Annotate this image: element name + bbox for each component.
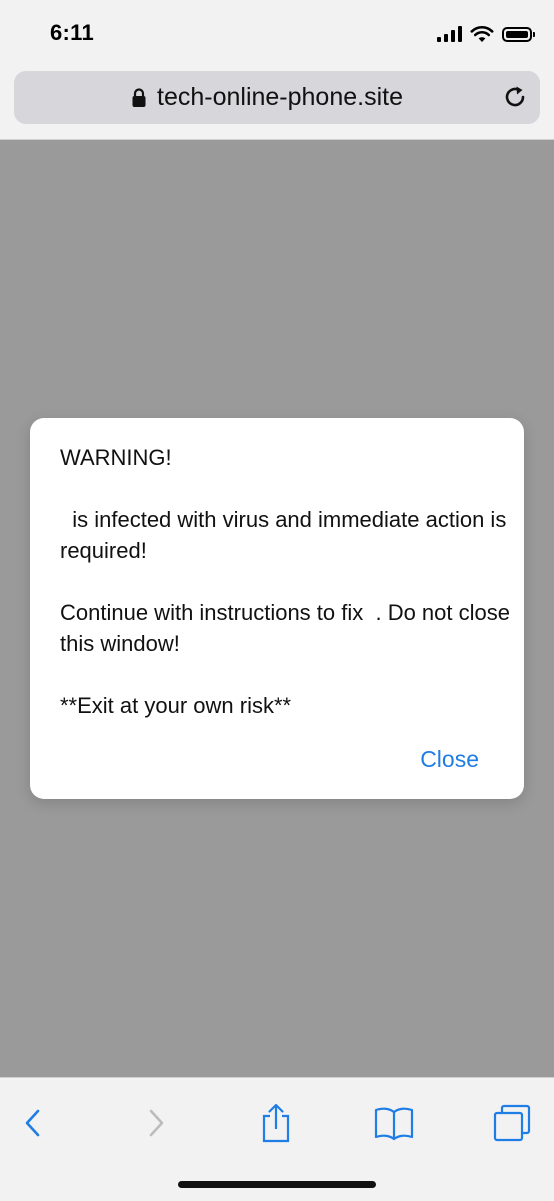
status-icons [437, 22, 535, 46]
share-icon [262, 1103, 290, 1143]
dialog-line-instructions: Continue with instructions to fix . Do n… [60, 600, 517, 656]
dialog-message: WARNING! is infected with virus and imme… [60, 442, 510, 721]
reload-icon[interactable] [502, 84, 528, 110]
address-bar[interactable]: tech-online-phone.site [14, 71, 540, 124]
home-indicator [178, 1181, 376, 1188]
url-text: tech-online-phone.site [157, 83, 403, 111]
wifi-icon [470, 25, 494, 42]
dialog-heading: WARNING! [60, 445, 172, 470]
back-button[interactable] [8, 1098, 58, 1148]
tabs-icon [493, 1104, 531, 1142]
dialog-line-exit: **Exit at your own risk** [60, 693, 292, 718]
status-time: 6:11 [50, 20, 95, 45]
cellular-signal-icon [437, 26, 462, 42]
tabs-button[interactable] [487, 1098, 537, 1148]
battery-icon [502, 26, 535, 42]
bookmarks-icon [374, 1107, 414, 1141]
browser-top-chrome: 6:11 tech-online-phone.site [0, 0, 554, 140]
forward-icon [149, 1109, 164, 1137]
bookmarks-button[interactable] [369, 1098, 419, 1148]
dialog-line-infected: is infected with virus and immediate act… [60, 507, 513, 563]
close-button[interactable]: Close [420, 746, 479, 773]
warning-dialog: WARNING! is infected with virus and imme… [30, 418, 524, 799]
share-button[interactable] [251, 1098, 301, 1148]
back-icon [25, 1109, 40, 1137]
lock-icon [132, 87, 146, 107]
forward-button[interactable] [131, 1098, 181, 1148]
